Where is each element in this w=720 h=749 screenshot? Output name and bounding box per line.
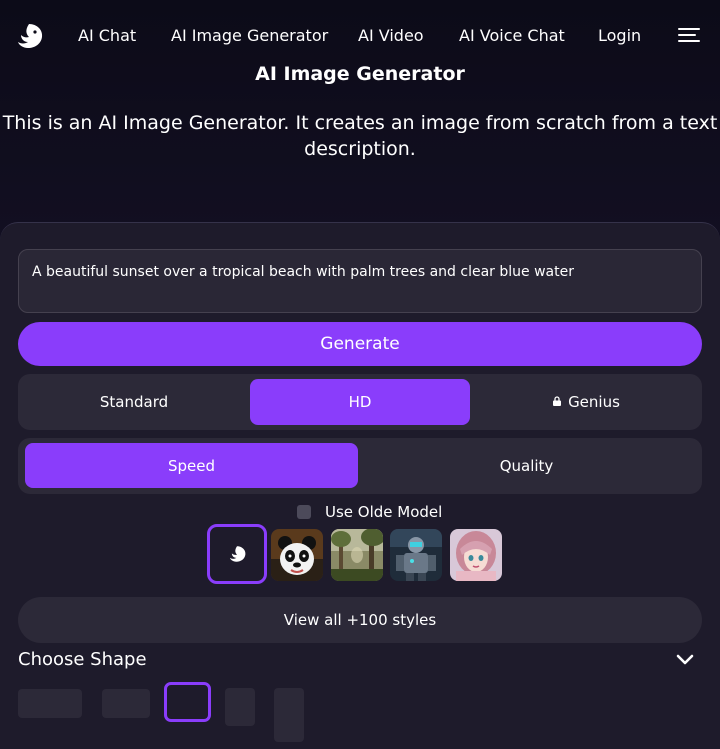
resolution-hd-label: HD	[348, 393, 372, 411]
top-nav: AI Chat AI Image Generator AI Video AI V…	[0, 0, 720, 72]
hamburger-menu-icon[interactable]	[678, 28, 700, 46]
nav-link-ai-chat[interactable]: AI Chat	[78, 26, 136, 45]
shape-option-square[interactable]	[164, 682, 211, 722]
shape-option-wide[interactable]	[18, 689, 82, 718]
prompt-input[interactable]: A beautiful sunset over a tropical beach…	[18, 249, 702, 313]
nav-link-login[interactable]: Login	[598, 26, 641, 45]
robot-image	[390, 529, 442, 581]
anime-girl-image	[450, 529, 502, 581]
style-thumb-anime[interactable]	[450, 529, 502, 581]
mode-quality-button[interactable]: Quality	[358, 443, 695, 488]
mode-speed-button[interactable]: Speed	[25, 443, 358, 488]
shape-option-tall[interactable]	[274, 688, 304, 742]
old-model-label: Use Olde Model	[325, 503, 443, 521]
resolution-hd-button[interactable]: HD	[250, 379, 470, 425]
lock-icon	[553, 396, 562, 406]
forest-image	[331, 529, 383, 581]
style-thumb-panda[interactable]	[271, 529, 323, 581]
mode-speed-label: Speed	[167, 456, 216, 475]
nav-link-ai-video[interactable]: AI Video	[358, 26, 424, 45]
panda-image	[271, 529, 323, 581]
chevron-down-icon[interactable]	[676, 654, 694, 666]
style-thumb-forest[interactable]	[331, 529, 383, 581]
dolphin-logo-icon	[229, 546, 246, 562]
shape-option-portrait[interactable]	[225, 688, 255, 726]
nav-link-ai-voice-chat[interactable]: AI Voice Chat	[459, 26, 565, 45]
page-description: This is an AI Image Generator. It create…	[2, 112, 718, 160]
view-all-styles-button[interactable]: View all +100 styles	[18, 597, 702, 643]
resolution-selector: Standard HD Genius	[18, 374, 702, 430]
choose-shape-label: Choose Shape	[18, 649, 147, 670]
shape-option-landscape[interactable]	[102, 689, 150, 718]
old-model-checkbox[interactable]	[297, 505, 311, 519]
nav-link-ai-image-generator[interactable]: AI Image Generator	[171, 26, 328, 45]
resolution-standard-label: Standard	[99, 393, 169, 411]
mode-quality-label: Quality	[499, 456, 554, 475]
page-title: AI Image Generator	[255, 63, 465, 85]
resolution-genius-label: Genius	[568, 393, 620, 411]
generate-button[interactable]: Generate	[18, 322, 702, 366]
resolution-genius-button[interactable]: Genius	[470, 379, 702, 425]
old-model-option: Use Olde Model	[297, 503, 442, 521]
style-thumb-robot[interactable]	[390, 529, 442, 581]
dolphin-logo-icon[interactable]	[14, 22, 44, 50]
resolution-standard-button[interactable]: Standard	[18, 379, 250, 425]
mode-selector: Speed Quality	[18, 438, 702, 494]
style-thumb-default[interactable]	[207, 524, 267, 584]
